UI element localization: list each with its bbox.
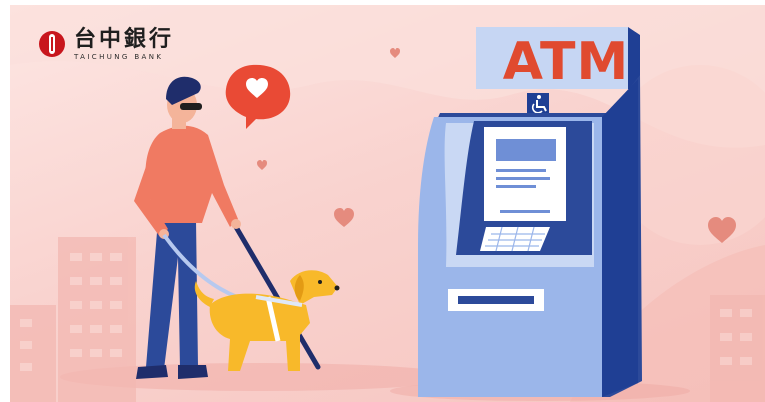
atm-sign-label: ATM xyxy=(502,32,630,92)
heart-icon xyxy=(257,160,267,170)
illustration-banner: 台中銀行 TAICHUNG BANK ATM xyxy=(10,5,765,402)
heart-icon xyxy=(708,217,736,243)
scene-illustration xyxy=(134,27,736,397)
heart-icon xyxy=(334,208,354,227)
heart-speech-bubble-icon xyxy=(225,64,291,129)
heart-icon xyxy=(390,48,400,58)
page: 台中銀行 TAICHUNG BANK ATM xyxy=(0,0,765,402)
